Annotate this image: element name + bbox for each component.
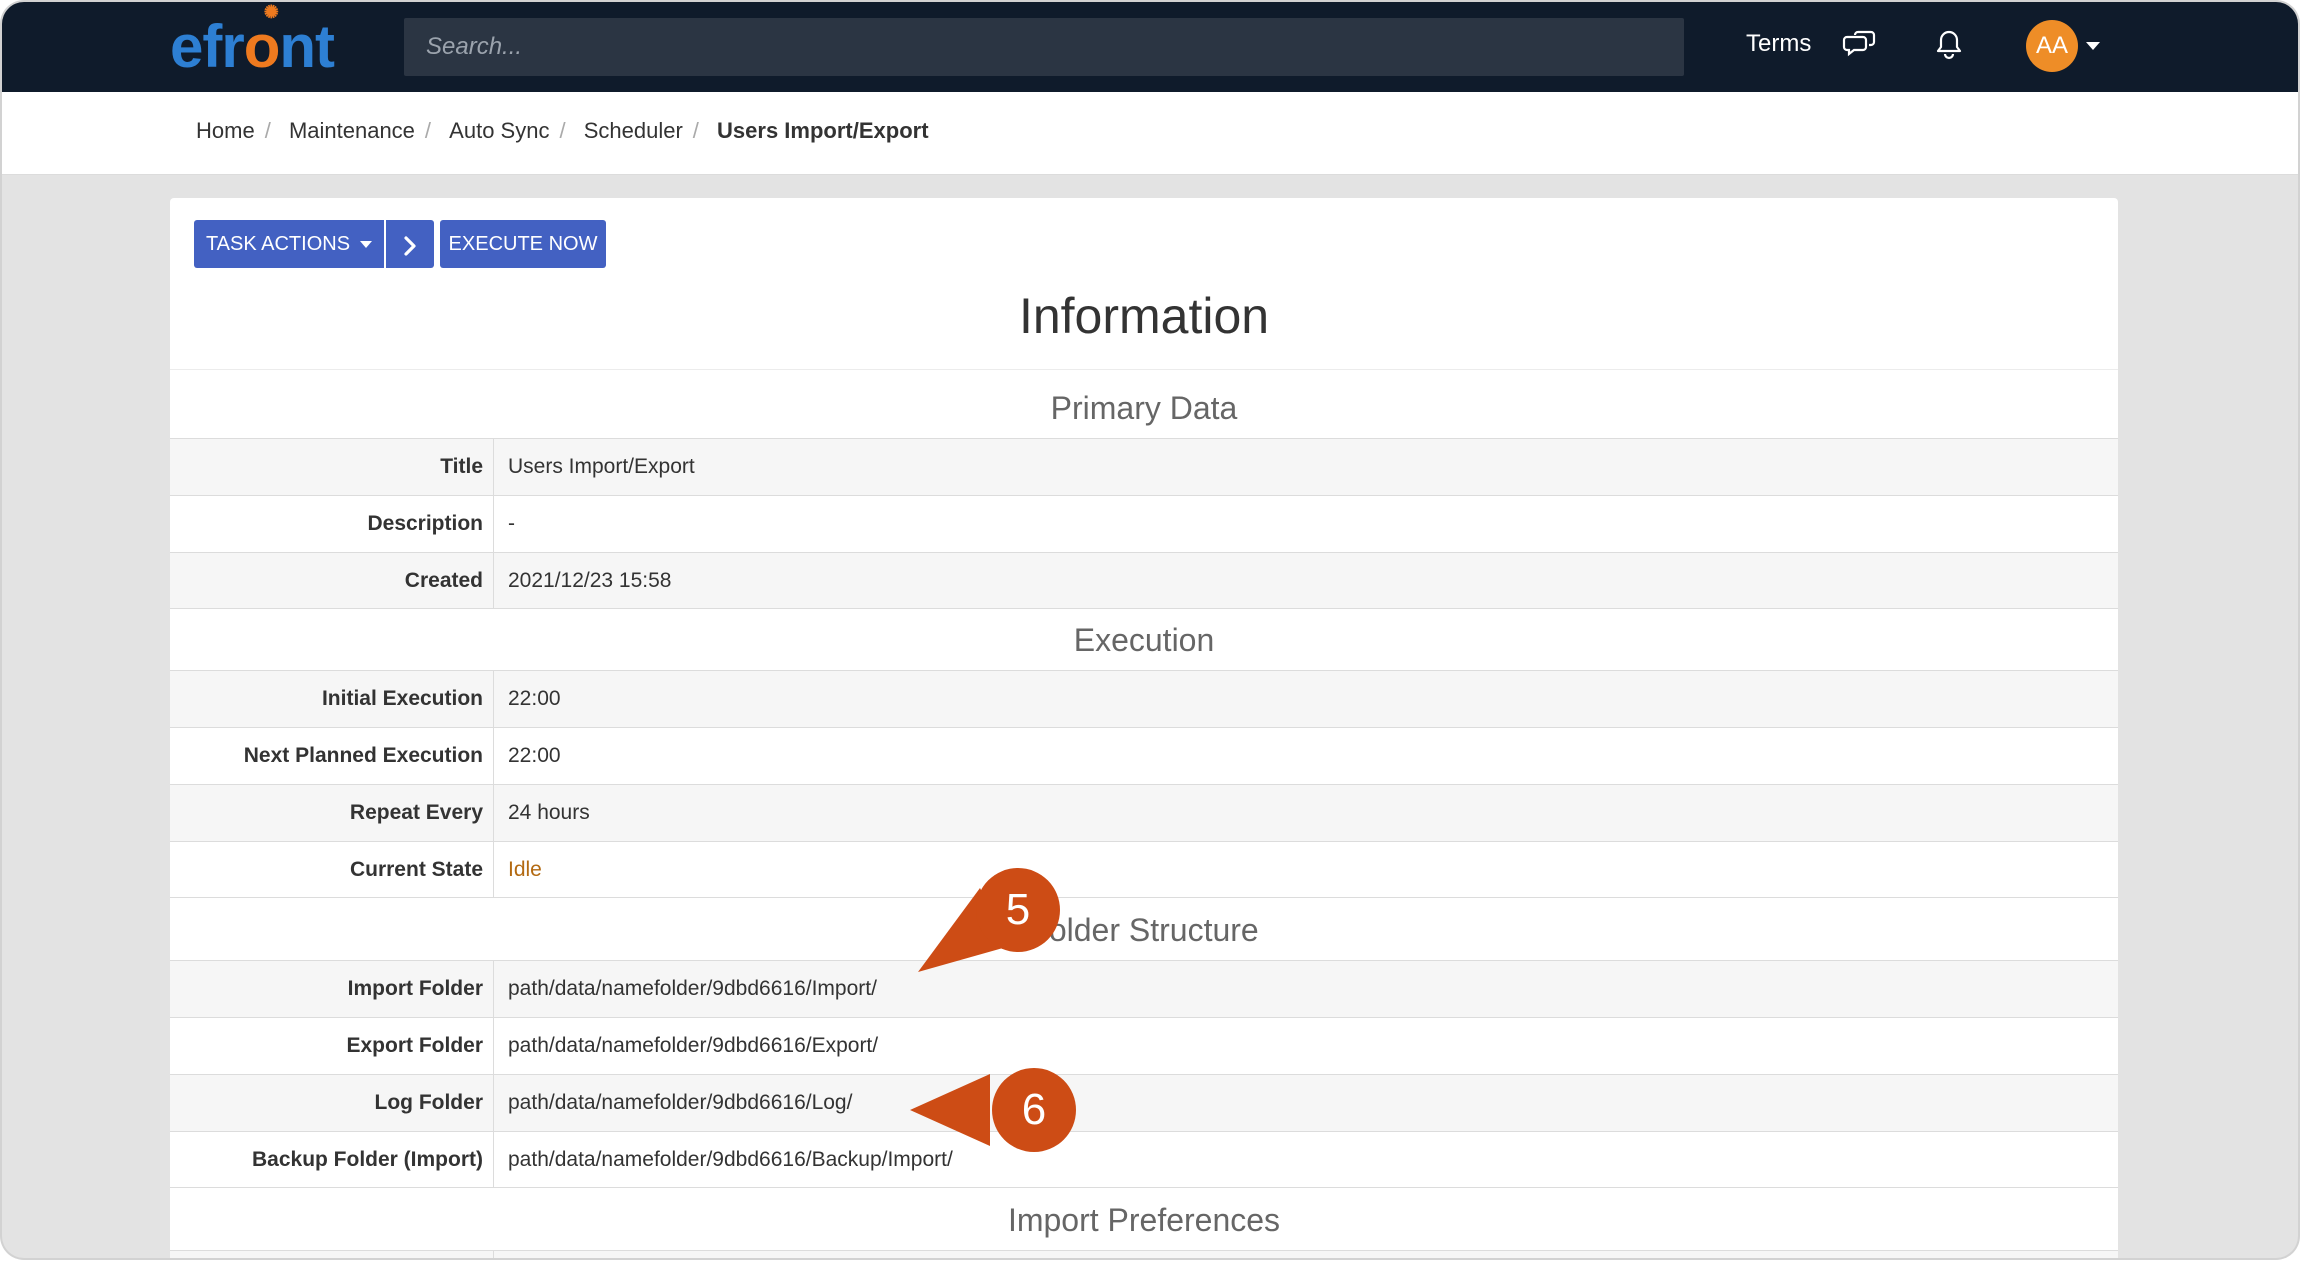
bell-icon[interactable]: [1932, 28, 1966, 62]
row-label: Repeat Every: [170, 785, 494, 841]
row-value: -: [508, 512, 515, 535]
breadcrumb-separator: /: [424, 118, 432, 143]
breadcrumb-scheduler[interactable]: Scheduler: [584, 118, 683, 144]
section-heading-import-preferences: Import Preferences: [1007, 1202, 1281, 1238]
breadcrumb-home[interactable]: Home: [196, 118, 255, 144]
user-avatar[interactable]: AA: [2026, 20, 2078, 72]
table-row: Title Users Import/Export: [170, 438, 2118, 495]
task-actions-label: TASK ACTIONS: [205, 233, 351, 255]
table-row: Current State Idle: [170, 841, 2118, 898]
search-input[interactable]: [404, 18, 1684, 76]
table-row: Description -: [170, 495, 2118, 552]
row-value: 24 hours: [508, 801, 590, 824]
row-value: 2021/12/23 15:58: [508, 569, 672, 592]
row-label: Log Folder: [170, 1075, 494, 1131]
row-label: Backup Folder (Import): [170, 1132, 494, 1187]
table-row: Repeat Every 24 hours: [170, 784, 2118, 841]
table-row: Log Folder path/data/namefolder/9dbd6616…: [170, 1074, 2118, 1131]
breadcrumb: Home / Maintenance / Auto Sync / Scheduler /…: [196, 118, 929, 144]
status-value-idle: Idle: [508, 858, 542, 881]
breadcrumb-separator: /: [559, 118, 566, 143]
row-label: Title: [170, 439, 494, 495]
section-heading-execution: Execution: [1073, 622, 1215, 658]
table-row: Export Folder path/data/namefolder/9dbd6…: [170, 1017, 2118, 1074]
row-label: Next Planned Execution: [170, 728, 494, 784]
chevron-right-icon: [404, 236, 416, 256]
table-row: Initial Execution 22:00: [170, 670, 2118, 727]
row-value: path/data/namefolder/9dbd6616/Import/: [508, 977, 877, 1000]
callout-badge-6: 6: [992, 1068, 1076, 1152]
row-label: Current State: [170, 842, 494, 897]
row-value: 22:00: [508, 744, 561, 767]
callout-badge-5: 5: [976, 868, 1060, 952]
section-heading-primary-data: Primary Data: [1050, 390, 1238, 426]
section-heading-folder-structure: Folder Structure: [1029, 912, 1259, 948]
row-label: Import Folder: [170, 961, 494, 1017]
breadcrumb-bar: Home / Maintenance / Auto Sync / Scheduler /…: [2, 92, 2298, 175]
table-row: Created 2021/12/23 15:58: [170, 552, 2118, 609]
row-value: path/data/namefolder/9dbd6616/Export/: [508, 1034, 879, 1057]
table-row: Import Folder path/data/namefolder/9dbd6…: [170, 960, 2118, 1017]
table-row: Next Planned Execution 22:00: [170, 727, 2118, 784]
page-title: Information: [1018, 288, 1270, 344]
next-arrow-button[interactable]: [386, 220, 434, 268]
breadcrumb-auto-sync[interactable]: Auto Sync: [449, 118, 549, 144]
information-card: TASK ACTIONS EXECUTE NOW Information Pri…: [170, 198, 2118, 1258]
breadcrumb-maintenance[interactable]: Maintenance: [289, 118, 415, 144]
chat-bubbles-icon[interactable]: [1842, 28, 1876, 62]
breadcrumb-current: Users Import/Export: [717, 118, 929, 143]
task-actions-button[interactable]: TASK ACTIONS: [194, 220, 384, 268]
caret-down-icon[interactable]: [2086, 42, 2100, 50]
row-value: Users Import/Export: [508, 455, 695, 478]
table-row: Backup Folder (Import) path/data/namefol…: [170, 1131, 2118, 1188]
terms-link[interactable]: Terms: [1746, 30, 1811, 58]
row-value: path/data/namefolder/9dbd6616/Backup/Imp…: [508, 1148, 953, 1171]
app-window: efro✺nt Terms AA Home / Maintenance / Auto…: [2, 2, 2298, 1258]
row-label: Description: [170, 496, 494, 552]
top-navbar: efro✺nt Terms AA: [2, 2, 2298, 92]
divider: [170, 369, 2118, 370]
row-label: [170, 1251, 494, 1258]
row-value: path/data/namefolder/9dbd6616/Log/: [508, 1091, 853, 1114]
row-label: Created: [170, 553, 494, 608]
table-row: [170, 1250, 2118, 1258]
row-value: 22:00: [508, 687, 561, 710]
efront-logo[interactable]: efro ✺ nt: [170, 3, 335, 78]
breadcrumb-separator: /: [264, 118, 271, 143]
row-label: Initial Execution: [170, 671, 494, 727]
execute-now-button[interactable]: EXECUTE NOW: [440, 220, 606, 268]
breadcrumb-separator: /: [692, 118, 699, 143]
caret-down-icon: [360, 241, 373, 249]
row-label: Export Folder: [170, 1018, 494, 1074]
